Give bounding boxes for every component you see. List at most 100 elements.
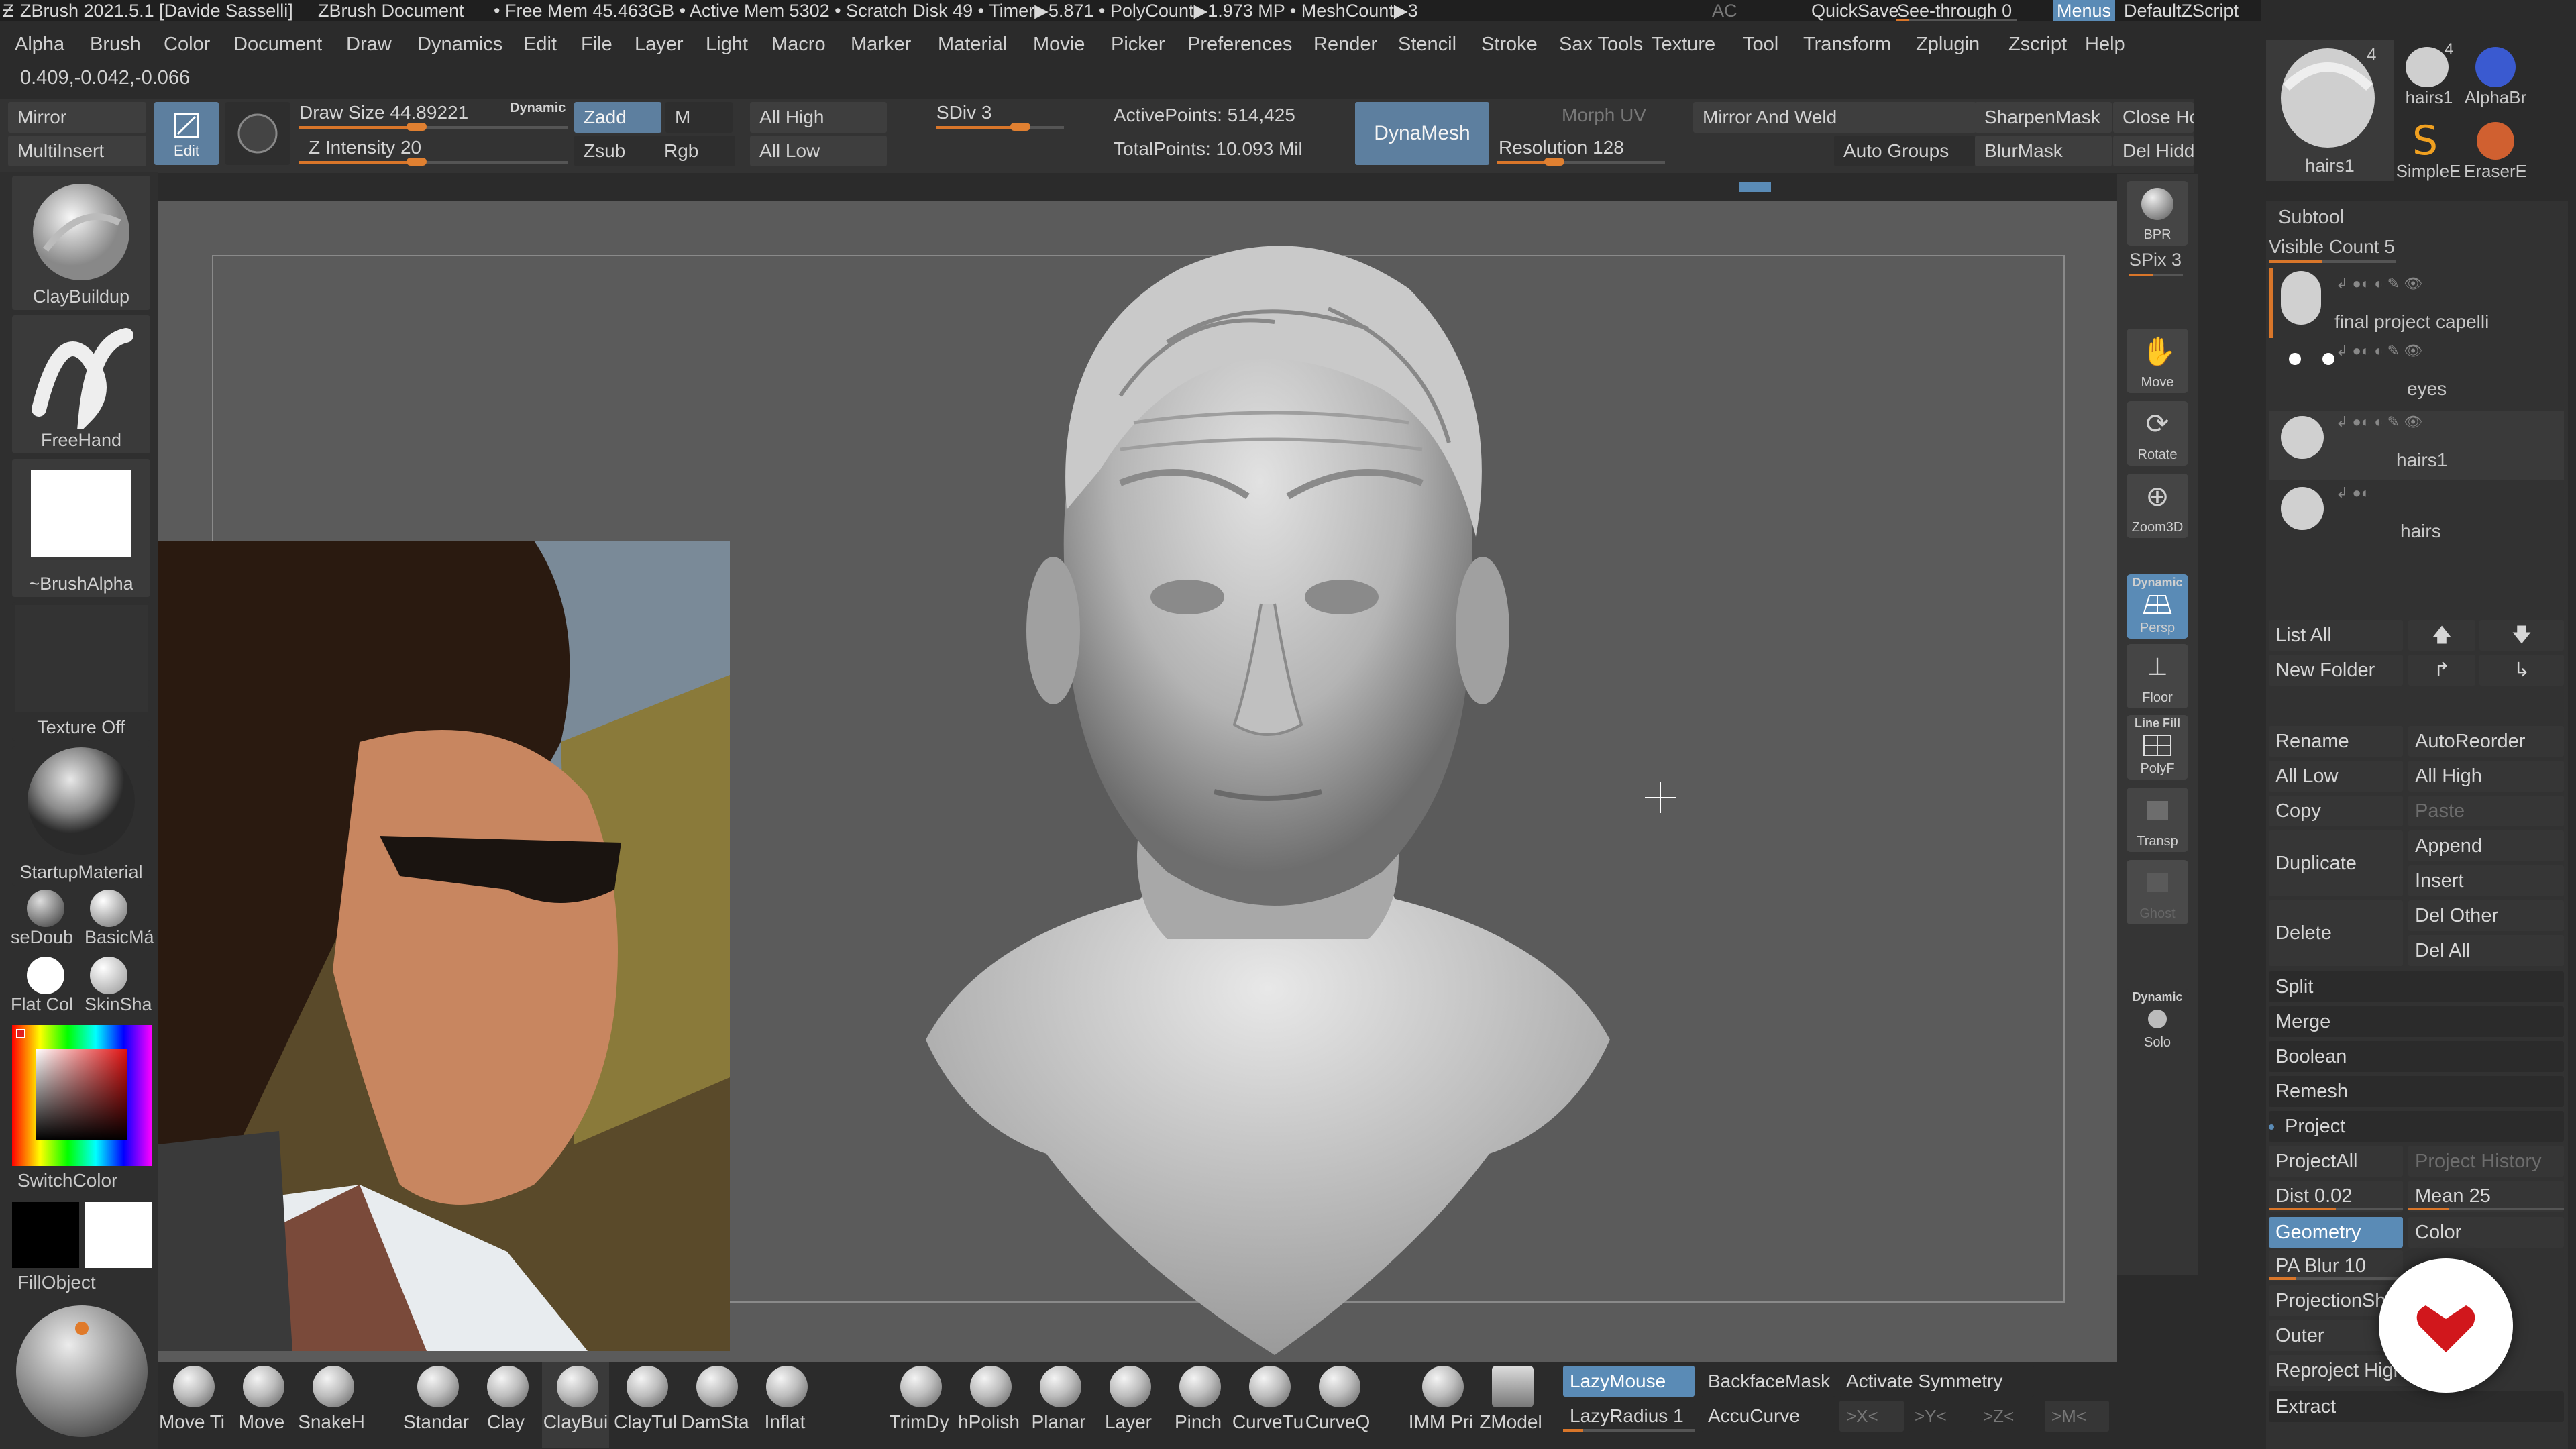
solo-button[interactable]: Dynamic Solo (2127, 989, 2188, 1053)
tool-thumb-3[interactable]: AlphaBr (2462, 40, 2529, 114)
move-up-arrow-icon[interactable]: 🡅 (2408, 620, 2475, 651)
menu-transform[interactable]: Transform (1803, 25, 1891, 63)
fillobject-button[interactable]: FillObject (17, 1272, 96, 1293)
project-section[interactable]: Project (2269, 1111, 2564, 1142)
brush-curvequad[interactable]: CurveQ (1304, 1362, 1371, 1448)
rotate-button[interactable]: ⟳ Rotate (2127, 401, 2188, 466)
subtool-controls[interactable]: ↲ ●◐ ◐ ✎ 👁 (2336, 275, 2561, 295)
del-other-button[interactable]: Del Other (2408, 900, 2564, 931)
blur-mask-button[interactable]: BlurMask (1975, 136, 2112, 166)
mirror-button[interactable]: Mirror (8, 102, 146, 133)
z-intensity-slider[interactable] (299, 158, 568, 166)
sculpted-bust-model[interactable] (899, 228, 1637, 1368)
zadd-button[interactable]: Zadd (574, 102, 661, 133)
m-button[interactable]: M (665, 102, 733, 133)
subtool-header[interactable]: Subtool (2278, 207, 2344, 229)
menus-toggle[interactable]: Menus (2053, 0, 2116, 21)
dynamic-toggle[interactable]: Dynamic (510, 101, 566, 116)
persp-button[interactable]: Dynamic Persp (2127, 574, 2188, 639)
symmetry-x-toggle[interactable]: >X< (1839, 1401, 1904, 1432)
move-down-arrow-icon[interactable]: 🡇 (2479, 620, 2564, 651)
move-button[interactable]: ✋ Move (2127, 329, 2188, 393)
autoreorder-button[interactable]: AutoReorder (2408, 726, 2564, 757)
menu-document[interactable]: Document (233, 25, 322, 63)
brush-claybuildup[interactable]: ClayBui (542, 1362, 609, 1448)
project-history-button[interactable]: Project History (2408, 1146, 2564, 1177)
matcap-skinshade-icon[interactable] (90, 957, 127, 994)
floor-button[interactable]: ⊥ Floor (2127, 644, 2188, 708)
matcap-flat-color-icon[interactable] (27, 957, 64, 994)
copy-button[interactable]: Copy (2269, 796, 2403, 826)
brush-snakehook[interactable]: SnakeH (298, 1362, 365, 1448)
zsub-button[interactable]: Zsub (574, 136, 661, 166)
spix-slider[interactable]: SPix 3 (2129, 250, 2182, 270)
subtool-item[interactable]: ↲ ●◐ hairs (2269, 482, 2564, 551)
brush-damstandard[interactable]: DamSta (681, 1362, 749, 1448)
menu-zscript[interactable]: Zscript (2008, 25, 2067, 63)
main-color-swatch[interactable] (12, 1202, 79, 1268)
split-section[interactable]: Split (2269, 971, 2564, 1002)
menu-preferences[interactable]: Preferences (1187, 25, 1292, 63)
quicksave-button[interactable]: QuickSave (1811, 0, 1899, 21)
dynamesh-button[interactable]: DynaMesh (1355, 102, 1489, 165)
resolution-slider[interactable] (1497, 158, 1665, 166)
del-all-button[interactable]: Del All (2408, 935, 2564, 966)
menu-file[interactable]: File (581, 25, 612, 63)
paste-button[interactable]: Paste (2408, 796, 2564, 826)
all-high-button[interactable]: All High (750, 102, 887, 133)
dist-track[interactable] (2269, 1208, 2403, 1210)
menu-layer[interactable]: Layer (635, 25, 684, 63)
all-low-subtool-button[interactable]: All Low (2269, 761, 2403, 792)
lazyradius-slider[interactable]: LazyRadius 1 (1563, 1401, 1695, 1432)
boolean-section[interactable]: Boolean (2269, 1041, 2564, 1072)
brush-standard[interactable]: Standar (402, 1362, 470, 1448)
subtool-controls[interactable]: ↲ ●◐ ◐ ✎ 👁 (2336, 342, 2561, 362)
secondary-color-swatch[interactable] (85, 1202, 152, 1268)
brush-move[interactable]: Move (228, 1362, 295, 1448)
menu-help[interactable]: Help (2085, 25, 2125, 63)
menu-stencil[interactable]: Stencil (1398, 25, 1456, 63)
default-zscript-button[interactable]: DefaultZScript (2124, 0, 2239, 21)
backface-mask-toggle[interactable]: BackfaceMask (1701, 1366, 1835, 1397)
menu-macro[interactable]: Macro (771, 25, 826, 63)
color-toggle[interactable]: Color (2408, 1217, 2564, 1248)
alpha-selector[interactable]: ~BrushAlpha (12, 459, 150, 597)
menu-brush[interactable]: Brush (90, 25, 141, 63)
light-position-marker[interactable] (75, 1322, 89, 1335)
menu-alpha[interactable]: Alpha (15, 25, 64, 63)
delete-button[interactable]: Delete (2269, 900, 2403, 966)
del-hidden-button[interactable]: Del Hidd (2113, 136, 2194, 166)
zoom3d-button[interactable]: ⊕ Zoom3D (2127, 474, 2188, 538)
menu-light[interactable]: Light (706, 25, 748, 63)
menu-color[interactable]: Color (164, 25, 210, 63)
visible-count[interactable]: Visible Count 5 (2269, 236, 2395, 258)
tool-thumb-2[interactable]: 4 hairs1 (2399, 40, 2459, 114)
draw-mode-button[interactable] (225, 102, 290, 165)
lazyradius-track[interactable] (1563, 1429, 1695, 1432)
mirror-and-weld-button[interactable]: Mirror And Weld (1693, 102, 1976, 133)
ghost-button[interactable]: Ghost (2127, 860, 2188, 924)
multiinsert-button[interactable]: MultiInsert (8, 136, 146, 166)
duplicate-button[interactable]: Duplicate (2269, 830, 2403, 896)
menu-dynamics[interactable]: Dynamics (417, 25, 502, 63)
symmetry-y-toggle[interactable]: >Y< (1908, 1401, 1972, 1432)
brush-hpolish[interactable]: hPolish (955, 1362, 1022, 1448)
folder-out-icon[interactable]: ↳ (2479, 655, 2564, 686)
stroke-selector[interactable]: FreeHand (12, 315, 150, 453)
mean-track[interactable] (2408, 1208, 2564, 1210)
sdiv-slider[interactable] (936, 123, 1064, 131)
rgb-button[interactable]: Rgb (655, 136, 735, 166)
all-low-button[interactable]: All Low (750, 136, 887, 166)
tool-thumb-main[interactable]: 4 hairs1 (2266, 40, 2394, 181)
new-folder-button[interactable]: New Folder (2269, 655, 2403, 686)
polyframe-button[interactable]: Line Fill PolyF (2127, 715, 2188, 780)
matcap-double-icon[interactable] (27, 890, 64, 927)
menu-material[interactable]: Material (938, 25, 1007, 63)
bpr-button[interactable]: BPR (2127, 181, 2188, 246)
menu-tool[interactable]: Tool (1743, 25, 1778, 63)
geometry-toggle[interactable]: Geometry (2269, 1217, 2403, 1248)
brush-trimdynamic[interactable]: TrimDy (885, 1362, 953, 1448)
subtool-item[interactable]: ↲ ●◐ ◐ ✎ 👁 hairs1 (2269, 411, 2564, 480)
menu-stroke[interactable]: Stroke (1481, 25, 1538, 63)
brush-curvetube[interactable]: CurveT⁠u (1232, 1362, 1303, 1448)
